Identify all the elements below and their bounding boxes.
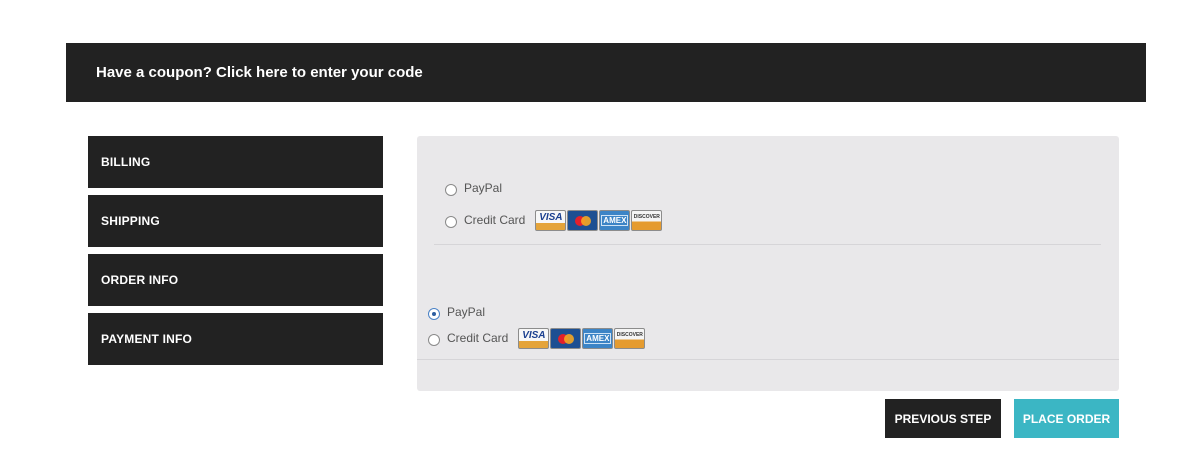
amex-logo-icon: AMEX <box>599 209 631 231</box>
payment-option-credit-card[interactable]: Credit Card VISA AMEX DISCOVER <box>445 204 663 236</box>
step-order-info[interactable]: ORDER INFO <box>88 254 383 306</box>
previous-step-button[interactable]: PREVIOUS STEP <box>885 399 1001 438</box>
paypal-radio[interactable] <box>428 308 440 320</box>
payment-option-credit-card[interactable]: Credit Card VISA AMEX DISCOVER <box>428 325 646 351</box>
payment-method-group: PayPal Credit Card VISA AMEX DISCOVER <box>445 172 663 236</box>
payment-option-paypal[interactable]: PayPal <box>445 172 662 204</box>
step-payment-info[interactable]: PAYMENT INFO <box>88 313 383 365</box>
paypal-label[interactable]: PayPal <box>464 181 502 195</box>
credit-card-radio[interactable] <box>428 334 440 346</box>
step-billing-label: BILLING <box>101 155 151 169</box>
mastercard-logo-icon <box>567 209 599 231</box>
visa-logo-text: VISA <box>539 212 563 223</box>
discover-logo-icon: DISCOVER <box>614 327 646 349</box>
mastercard-logo-icon <box>550 327 582 349</box>
step-shipping[interactable]: SHIPPING <box>88 195 383 247</box>
credit-card-radio[interactable] <box>445 216 457 228</box>
paypal-radio[interactable] <box>445 184 457 196</box>
coupon-bar[interactable]: Have a coupon? Click here to enter your … <box>66 43 1146 102</box>
payment-method-group: PayPal Credit Card VISA AMEX DISCOVER <box>428 299 646 351</box>
divider <box>417 359 1119 360</box>
step-payment-info-label: PAYMENT INFO <box>101 332 193 346</box>
card-logos: VISA AMEX DISCOVER <box>518 327 646 349</box>
coupon-text[interactable]: Have a coupon? Click here to enter your … <box>96 64 423 81</box>
step-billing[interactable]: BILLING <box>88 136 383 188</box>
checkout-steps: BILLING SHIPPING ORDER INFO PAYMENT INFO <box>88 136 383 372</box>
divider <box>434 244 1101 245</box>
visa-logo-icon: VISA <box>518 327 550 349</box>
discover-logo-text: DISCOVER <box>616 332 643 338</box>
payment-panel: PayPal Credit Card VISA AMEX DISCOVER Pa… <box>417 136 1119 391</box>
amex-logo-text: AMEX <box>601 214 629 226</box>
credit-card-label[interactable]: Credit Card <box>447 331 508 345</box>
credit-card-label[interactable]: Credit Card <box>464 213 525 227</box>
discover-logo-icon: DISCOVER <box>631 209 663 231</box>
discover-logo-text: DISCOVER <box>633 214 660 220</box>
step-shipping-label: SHIPPING <box>101 214 160 228</box>
visa-logo-icon: VISA <box>535 209 567 231</box>
amex-logo-text: AMEX <box>584 332 612 344</box>
card-logos: VISA AMEX DISCOVER <box>535 209 663 231</box>
amex-logo-icon: AMEX <box>582 327 614 349</box>
payment-option-paypal[interactable]: PayPal <box>428 299 645 325</box>
place-order-button[interactable]: PLACE ORDER <box>1014 399 1119 438</box>
paypal-label[interactable]: PayPal <box>447 305 485 319</box>
step-order-info-label: ORDER INFO <box>101 273 179 287</box>
visa-logo-text: VISA <box>522 330 546 341</box>
